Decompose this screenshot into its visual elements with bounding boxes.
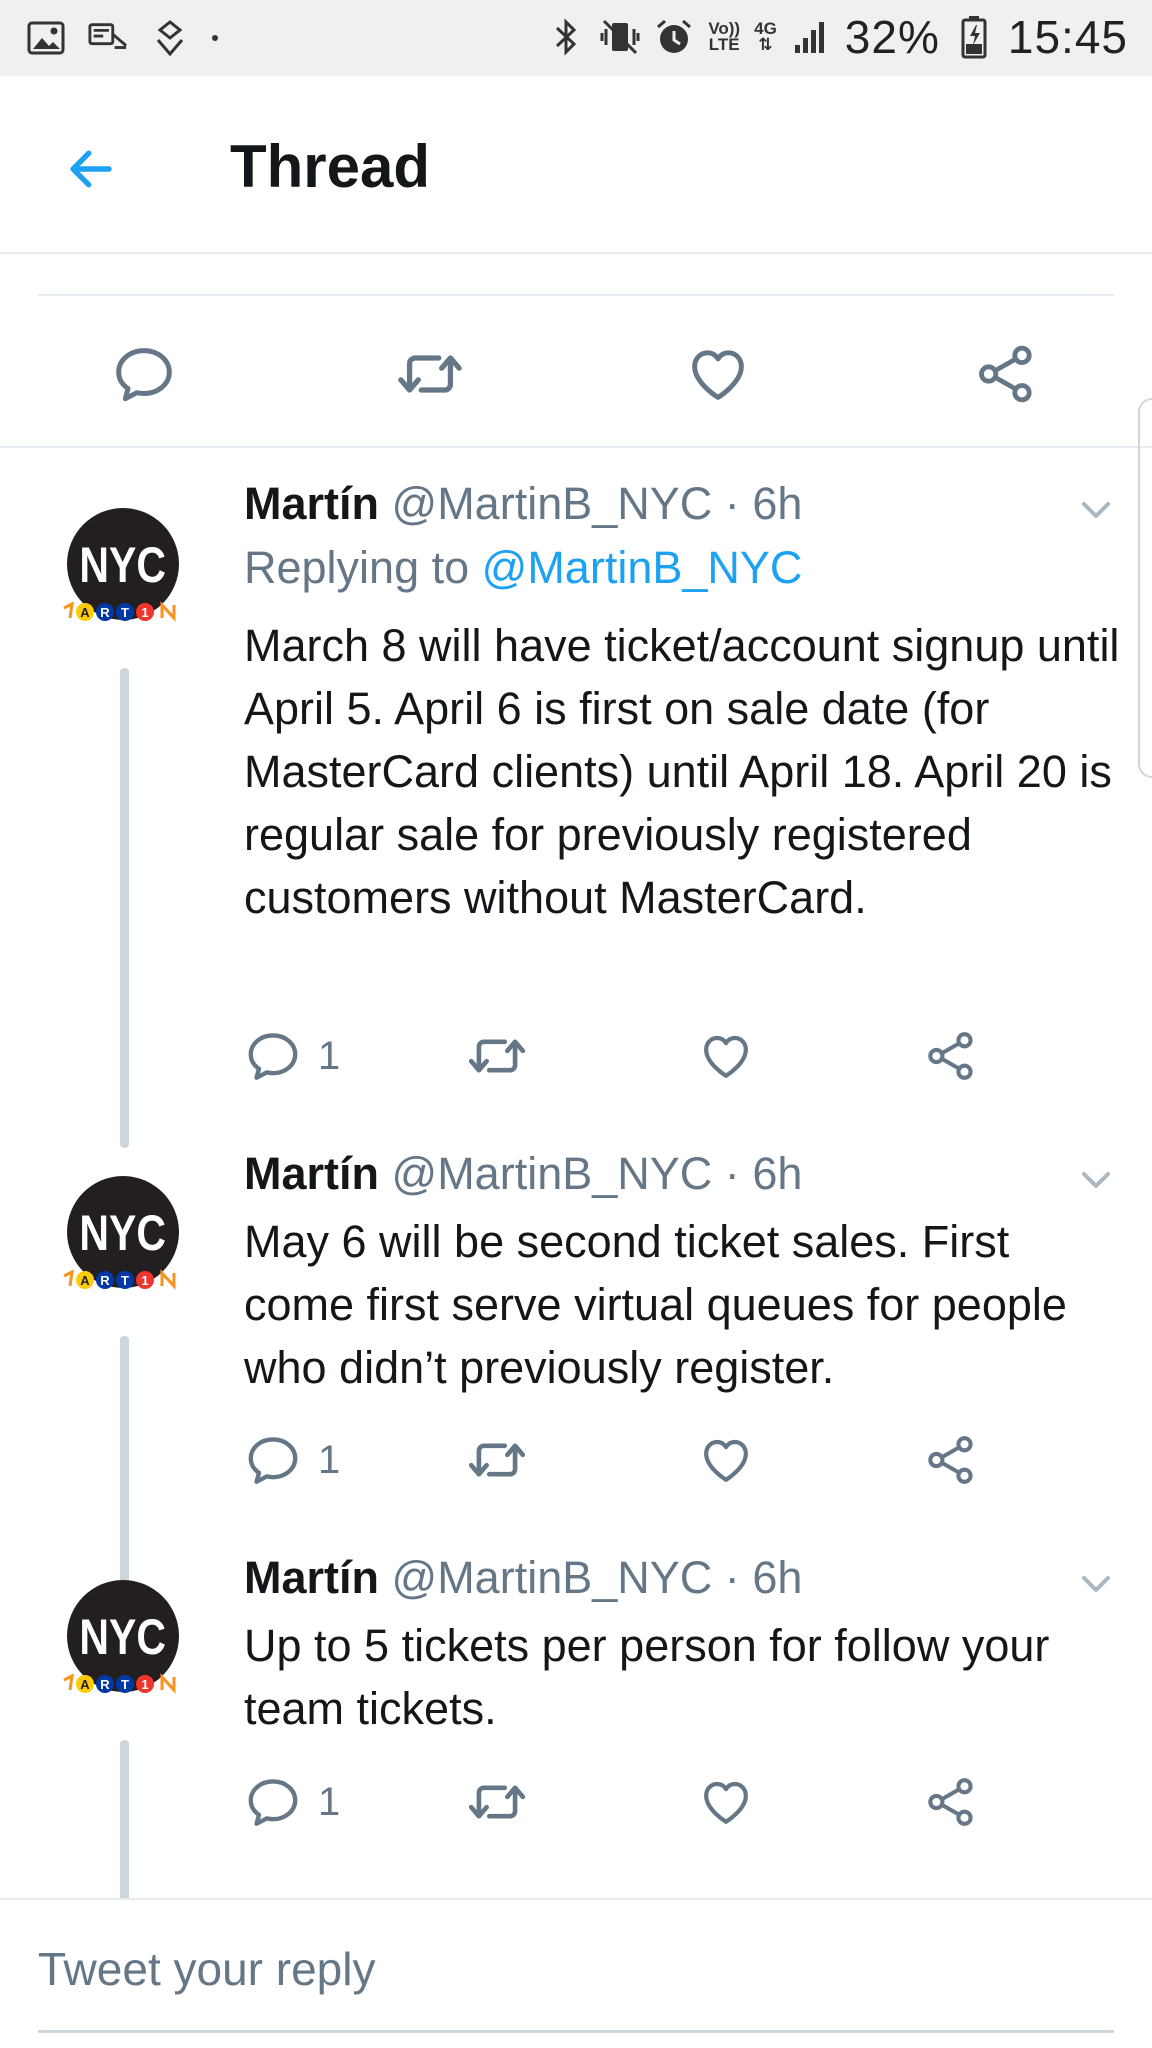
tweet-header: Martín @MartinB_NYC · 6h: [244, 478, 802, 530]
bluetooth-icon: [546, 17, 586, 57]
avatar[interactable]: [62, 1580, 184, 1702]
author-handle[interactable]: @MartinB_NYC: [392, 1552, 713, 1603]
retweet-icon: [466, 1025, 528, 1087]
like-button[interactable]: [698, 1430, 754, 1490]
avatar[interactable]: [62, 1176, 184, 1298]
notification-dot-icon: [212, 35, 218, 41]
reply-icon: [244, 1027, 302, 1085]
author-handle[interactable]: @MartinB_NYC: [392, 478, 713, 529]
reply-icon: [244, 1431, 302, 1489]
heart-icon: [698, 1028, 754, 1084]
page-title: Thread: [230, 133, 431, 200]
share-button[interactable]: [924, 1772, 978, 1832]
volte-indicator: Vo)) LTE: [708, 19, 741, 54]
header: Thread: [0, 76, 1152, 254]
reply-input-underline: [38, 2030, 1114, 2033]
heart-icon: [685, 341, 751, 407]
share-icon: [924, 1775, 978, 1829]
reply-count: 1: [318, 1033, 341, 1078]
share-button[interactable]: [970, 338, 1042, 410]
gallery-icon: [26, 18, 66, 58]
sync-icon: [150, 18, 190, 58]
retweet-icon: [466, 1771, 528, 1833]
chevron-down-icon: [1078, 1162, 1114, 1198]
replying-to-label: Replying to: [244, 542, 482, 593]
status-bar-right: Vo)) LTE 4G ⇅ 32% 15:45: [546, 10, 1128, 64]
reply-count: 1: [318, 1779, 341, 1824]
like-button[interactable]: [698, 1026, 754, 1086]
separator: ·: [724, 1148, 740, 1199]
avatar[interactable]: [62, 508, 184, 630]
timestamp[interactable]: 6h: [752, 478, 802, 529]
heart-icon: [698, 1774, 754, 1830]
reply-input[interactable]: [38, 1936, 1114, 2002]
tweet-text: May 6 will be second ticket sales. First…: [244, 1216, 1067, 1393]
heart-icon: [698, 1432, 754, 1488]
tweet-menu-button[interactable]: [1074, 488, 1118, 532]
replying-to: Replying to @MartinB_NYC: [244, 542, 802, 594]
like-button[interactable]: [682, 338, 754, 410]
reply-count: 1: [318, 1437, 341, 1482]
tweet-text: Up to 5 tickets per person for follow yo…: [244, 1620, 1050, 1734]
battery-percent: 32%: [844, 11, 940, 63]
retweet-button[interactable]: [466, 1772, 528, 1832]
share-button[interactable]: [924, 1430, 978, 1490]
share-icon: [974, 342, 1038, 406]
retweet-icon: [466, 1429, 528, 1491]
author-handle[interactable]: @MartinB_NYC: [392, 1148, 713, 1199]
tweet-actions: 1: [244, 1026, 1044, 1086]
reply-button[interactable]: [108, 338, 180, 410]
tweet-header: Martín @MartinB_NYC · 6h: [244, 1148, 802, 1200]
back-button[interactable]: [56, 134, 126, 204]
alarm-icon: [654, 17, 694, 57]
retweet-icon: [395, 339, 465, 409]
chevron-down-icon: [1078, 492, 1114, 528]
share-icon: [924, 1029, 978, 1083]
tweet-actions: 1: [244, 1430, 1044, 1490]
tweet-text: March 8 will have ticket/account signup …: [244, 620, 1120, 923]
cast-icon: [88, 18, 128, 58]
reply-icon: [244, 1773, 302, 1831]
clock: 15:45: [1007, 11, 1128, 63]
tweet-actions: 1: [244, 1772, 1044, 1832]
chevron-down-icon: [1078, 1566, 1114, 1602]
tweet-menu-button[interactable]: [1074, 1562, 1118, 1606]
status-bar-left: [26, 18, 218, 58]
reply-button[interactable]: 1: [244, 1026, 340, 1086]
focused-tweet-actions: [0, 296, 1152, 448]
timestamp[interactable]: 6h: [752, 1148, 802, 1199]
vibrate-icon: [600, 17, 640, 57]
share-button[interactable]: [924, 1026, 978, 1086]
thread-line: [120, 668, 129, 1148]
retweet-button[interactable]: [394, 338, 466, 410]
scrollbar[interactable]: [1138, 398, 1152, 778]
separator: ·: [724, 478, 740, 529]
battery-icon: [954, 16, 994, 59]
tweet-menu-button[interactable]: [1074, 1158, 1118, 1202]
back-arrow-icon: [70, 150, 112, 188]
reply-composer: [0, 1898, 1152, 2048]
share-icon: [924, 1433, 978, 1487]
retweet-button[interactable]: [466, 1026, 528, 1086]
like-button[interactable]: [698, 1772, 754, 1832]
tweet-header: Martín @MartinB_NYC · 6h: [244, 1552, 802, 1604]
signal-icon: [791, 17, 831, 57]
status-bar: Vo)) LTE 4G ⇅ 32% 15:45: [0, 0, 1152, 76]
author-name[interactable]: Martín: [244, 1148, 379, 1199]
author-name[interactable]: Martín: [244, 478, 379, 529]
author-name[interactable]: Martín: [244, 1552, 379, 1603]
reply-button[interactable]: 1: [244, 1430, 340, 1490]
reply-icon: [111, 341, 177, 407]
reply-button[interactable]: 1: [244, 1772, 340, 1832]
separator: ·: [724, 1552, 740, 1603]
replying-to-handle[interactable]: @MartinB_NYC: [482, 542, 803, 593]
retweet-button[interactable]: [466, 1430, 528, 1490]
network-type: 4G ⇅: [754, 19, 777, 54]
timestamp[interactable]: 6h: [752, 1552, 802, 1603]
